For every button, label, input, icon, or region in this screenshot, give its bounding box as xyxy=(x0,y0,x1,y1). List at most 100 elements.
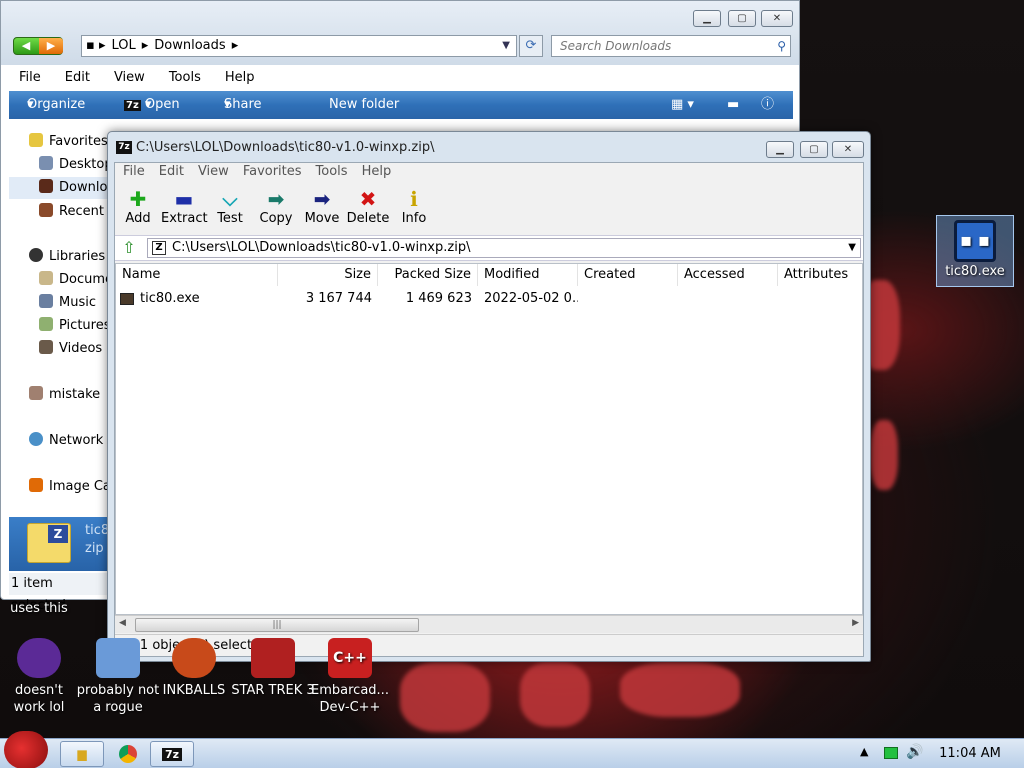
file-list[interactable]: Name Size Packed Size Modified Created A… xyxy=(115,263,863,615)
taskbar-explorer-button[interactable]: ▆ xyxy=(60,741,104,767)
column-header-attributes[interactable]: Attributes xyxy=(778,264,862,286)
test-button[interactable]: ⌵ Test xyxy=(207,187,253,226)
exe-file-icon xyxy=(120,290,134,308)
menu-edit[interactable]: Edit xyxy=(159,164,184,179)
forward-arrow-icon[interactable]: ▶ xyxy=(39,38,63,54)
nav-item-favorites[interactable]: Favorites xyxy=(29,133,108,149)
desktop-icon-devcpp[interactable]: C++ Embarcad... Dev-C++ xyxy=(308,638,392,716)
shortcut-icon xyxy=(96,638,140,678)
delete-label: Delete xyxy=(346,211,390,226)
nav-label: Libraries xyxy=(49,249,106,264)
dropdown-icon[interactable]: ▼ xyxy=(502,36,510,56)
details-filename: tic80 xyxy=(85,523,109,538)
7zip-path-bar: ⇧ Z C:\Users\LOL\Downloads\tic80-v1.0-win… xyxy=(115,235,863,261)
up-folder-button[interactable]: ⇧ xyxy=(117,238,141,258)
maximize-button[interactable]: ▢ xyxy=(800,141,828,158)
nav-item-downloads[interactable]: Downloads xyxy=(9,177,109,199)
back-arrow-icon[interactable]: ◀ xyxy=(14,38,38,54)
taskbar-7zip-button[interactable]: 7z xyxy=(150,741,194,767)
nav-item-videos[interactable]: Videos xyxy=(39,340,102,356)
refresh-button[interactable]: ⟳ xyxy=(519,35,543,57)
column-header-size[interactable]: Size xyxy=(278,264,378,286)
breadcrumb-lol[interactable]: LOL xyxy=(111,38,135,53)
star-icon xyxy=(29,133,43,147)
delete-button[interactable]: ✖ Delete xyxy=(345,187,391,226)
menu-tools[interactable]: Tools xyxy=(169,70,201,85)
menu-view[interactable]: View xyxy=(198,164,229,179)
menu-view[interactable]: View xyxy=(114,70,145,85)
desktop-icon-label: doesn't work lol xyxy=(13,683,65,715)
extract-button[interactable]: ▬ Extract xyxy=(161,187,208,226)
battery-icon[interactable] xyxy=(884,747,898,759)
show-hidden-icons[interactable]: ▲ xyxy=(860,745,868,758)
desktop-icon-star-trek[interactable]: STAR TREK 3 xyxy=(231,638,315,699)
desktop-icon-tic80[interactable]: ▪ ▪ tic80.exe xyxy=(936,215,1014,287)
back-forward-buttons[interactable]: ◀ ▶ xyxy=(13,37,63,55)
share-with-button[interactable]: Share with ▾ xyxy=(224,91,262,140)
minimize-button[interactable]: ▁ xyxy=(693,10,721,27)
open-button[interactable]: 7z Open ▾ xyxy=(124,91,180,120)
scroll-left-icon[interactable]: ◀ xyxy=(119,618,126,628)
nav-item-libraries[interactable]: Libraries xyxy=(29,248,105,264)
new-folder-button[interactable]: New folder xyxy=(329,91,399,119)
command-bar: Organize ▾ 7z Open ▾ Share with ▾ New fo… xyxy=(9,91,793,140)
move-button[interactable]: ➡ Move xyxy=(299,187,345,226)
menu-help[interactable]: Help xyxy=(225,70,255,85)
menu-help[interactable]: Help xyxy=(362,164,392,179)
add-button[interactable]: ✚ Add xyxy=(115,187,161,226)
search-icon[interactable]: ⚲ xyxy=(777,36,786,56)
search-input[interactable]: Search Downloads ⚲ xyxy=(551,35,791,57)
close-button[interactable]: ✕ xyxy=(832,141,864,158)
7zip-titlebar[interactable]: 7z C:\Users\LOL\Downloads\tic80-v1.0-win… xyxy=(108,132,870,162)
network-icon xyxy=(29,432,43,446)
nav-item-pictures[interactable]: Pictures xyxy=(39,317,109,333)
taskbar-clock[interactable]: 11:04 AM xyxy=(930,739,1010,768)
taskbar-chrome-button[interactable] xyxy=(106,741,150,767)
desktop-icon-inkballs[interactable]: INKBALLS xyxy=(152,638,236,699)
preview-pane-icon[interactable]: ▬ xyxy=(727,91,739,119)
7zip-icon: 7z xyxy=(161,748,183,761)
nav-item-documents[interactable]: Documents xyxy=(39,271,109,287)
scroll-right-icon[interactable]: ▶ xyxy=(852,618,859,628)
7zip-window[interactable]: 7z C:\Users\LOL\Downloads\tic80-v1.0-win… xyxy=(107,131,871,662)
nav-item-music[interactable]: Music xyxy=(39,294,96,310)
menu-favorites[interactable]: Favorites xyxy=(243,164,302,179)
nav-item-network[interactable]: Network xyxy=(29,432,103,448)
nav-item-mistake[interactable]: mistake xyxy=(29,386,100,402)
horizontal-scrollbar[interactable]: ◀ ||| ▶ xyxy=(115,615,863,633)
column-header-modified[interactable]: Modified xyxy=(478,264,578,286)
column-header-packed-size[interactable]: Packed Size xyxy=(378,264,478,286)
menu-file[interactable]: File xyxy=(123,164,145,179)
menu-edit[interactable]: Edit xyxy=(65,70,90,85)
row-size: 3 167 744 xyxy=(305,291,372,306)
address-bar[interactable]: ▪ ▸ LOL ▸ Downloads ▸ ▼ xyxy=(81,35,517,57)
copy-button[interactable]: ➡ Copy xyxy=(253,187,299,226)
info-button[interactable]: ℹ Info xyxy=(391,187,437,226)
scrollbar-thumb[interactable]: ||| xyxy=(135,618,419,632)
minimize-button[interactable]: ▁ xyxy=(766,141,794,158)
explorer-titlebar[interactable]: ▁ ▢ ✕ ◀ ▶ ▪ ▸ LOL ▸ Downloads ▸ ▼ ⟳ Search Do… xyxy=(1,1,799,65)
desktop-icon-rogue[interactable]: probably not a rogue xyxy=(76,638,160,716)
nav-item-recent-places[interactable]: Recent Places xyxy=(39,203,109,219)
column-header-created[interactable]: Created xyxy=(578,264,678,286)
column-header-accessed[interactable]: Accessed xyxy=(678,264,778,286)
menu-file[interactable]: File xyxy=(19,70,41,85)
nav-item-image-catalog[interactable]: Image Catalog xyxy=(29,478,109,494)
dropdown-icon[interactable]: ▼ xyxy=(848,239,856,257)
organize-button[interactable]: Organize ▾ xyxy=(27,91,85,119)
help-icon[interactable]: ⓘ xyxy=(761,91,774,119)
menu-tools[interactable]: Tools xyxy=(316,164,348,179)
close-button[interactable]: ✕ xyxy=(761,10,793,27)
organize-label: Organize xyxy=(27,97,86,112)
breadcrumb-downloads[interactable]: Downloads xyxy=(154,38,225,53)
recent-places-icon xyxy=(39,203,53,217)
volume-icon[interactable]: 🔊 xyxy=(906,744,923,760)
view-options-icon[interactable]: ▦ ▾ xyxy=(671,91,694,119)
column-header-name[interactable]: Name xyxy=(116,264,278,286)
path-input[interactable]: Z C:\Users\LOL\Downloads\tic80-v1.0-winxp… xyxy=(147,238,861,258)
pictures-icon xyxy=(39,317,53,331)
nav-item-desktop[interactable]: Desktop xyxy=(39,156,109,172)
start-button[interactable] xyxy=(4,731,48,768)
maximize-button[interactable]: ▢ xyxy=(728,10,756,27)
desktop-icon-yahoo[interactable]: doesn't work lol xyxy=(0,638,78,716)
